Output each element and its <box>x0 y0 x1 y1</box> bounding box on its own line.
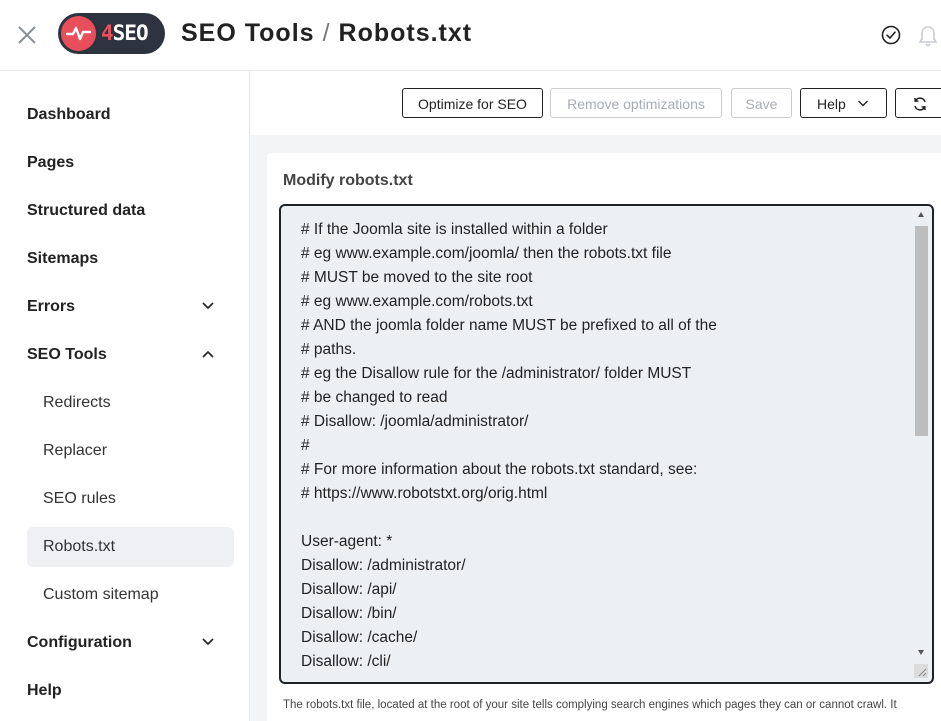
sidebar-item-sitemaps[interactable]: Sitemaps <box>27 239 234 279</box>
help-dropdown-button[interactable]: Help <box>800 88 887 118</box>
logo-text: 4SEO <box>101 21 149 45</box>
sidebar-item-label: Custom sitemap <box>43 586 159 603</box>
sidebar-item-label: Structured data <box>27 202 146 219</box>
remove-optimizations-button[interactable]: Remove optimizations <box>550 88 722 118</box>
breadcrumb: SEO Tools / Robots.txt <box>181 19 472 48</box>
resize-handle[interactable] <box>914 664 928 678</box>
sidebar-item-seo-rules[interactable]: SEO rules <box>27 479 234 519</box>
sidebar-item-label: SEO rules <box>43 490 116 507</box>
sidebar-item-robots-txt[interactable]: Robots.txt <box>27 527 234 567</box>
optimize-for-seo-button[interactable]: Optimize for SEO <box>402 88 543 118</box>
code-line: # eg www.example.com/robots.txt <box>301 293 533 310</box>
code-line: Disallow: /api/ <box>301 581 397 598</box>
sidebar-item-label: Errors <box>27 298 76 315</box>
sidebar: Dashboard Pages Structured data Sitemaps… <box>0 71 250 721</box>
sidebar-item-structured-data[interactable]: Structured data <box>27 191 234 231</box>
code-line: # paths. <box>301 341 357 358</box>
code-line: Disallow: /bin/ <box>301 605 397 622</box>
toolbar: Optimize for SEO Remove optimizations Sa… <box>250 71 941 135</box>
chevron-down-icon <box>858 100 868 107</box>
sidebar-item-label: Configuration <box>27 634 132 651</box>
sidebar-item-label: SEO Tools <box>27 346 107 363</box>
code-line: # If the Joomla site is installed within… <box>301 221 608 238</box>
help-text: The robots.txt file, located at the root… <box>283 699 897 711</box>
help-label: Help <box>817 96 846 112</box>
code-line: # be changed to read <box>301 389 448 406</box>
breadcrumb-separator: / <box>322 19 331 47</box>
robots-card: Modify robots.txt # If the Joomla site i… <box>267 153 941 721</box>
code-line: Disallow: /administrator/ <box>301 557 466 574</box>
resize-grip-icon <box>918 668 927 677</box>
bell-icon[interactable] <box>917 24 939 48</box>
code-line: User-agent: * <box>301 533 393 550</box>
chevron-up-icon <box>202 350 214 358</box>
code-line: Disallow: /cli/ <box>301 653 391 670</box>
code-line: # Disallow: /joomla/administrator/ <box>301 413 529 430</box>
page-title: Robots.txt <box>338 19 473 47</box>
sidebar-item-errors[interactable]: Errors <box>27 287 234 327</box>
code-line: # eg the Disallow rule for the /administ… <box>301 365 692 382</box>
app-logo: 4SEO <box>58 13 165 54</box>
sidebar-item-label: Replacer <box>43 442 108 459</box>
pulse-icon <box>61 16 96 51</box>
scroll-down-icon[interactable] <box>918 650 924 655</box>
refresh-icon <box>914 97 926 111</box>
sidebar-item-redirects[interactable]: Redirects <box>27 383 234 423</box>
sidebar-item-custom-sitemap[interactable]: Custom sitemap <box>27 575 234 615</box>
robots-txt-textarea[interactable]: # If the Joomla site is installed within… <box>279 204 934 684</box>
code-line: # MUST be moved to the site root <box>301 269 533 286</box>
sidebar-item-label: Help <box>27 682 62 699</box>
code-line: Disallow: /cache/ <box>301 629 418 646</box>
code-line: # For more information about the robots.… <box>301 461 698 478</box>
sidebar-item-label: Pages <box>27 154 75 171</box>
save-button[interactable]: Save <box>731 88 792 118</box>
sidebar-item-replacer[interactable]: Replacer <box>27 431 234 471</box>
sidebar-item-label: Robots.txt <box>43 538 116 555</box>
top-bar: 4SEO SEO Tools / Robots.txt <box>0 0 941 71</box>
check-circle-icon[interactable] <box>880 24 902 46</box>
chevron-down-icon <box>202 302 214 310</box>
textarea-content: # If the Joomla site is installed within… <box>301 218 916 674</box>
main-content: Optimize for SEO Remove optimizations Sa… <box>250 71 941 721</box>
chevron-down-icon <box>202 638 214 646</box>
scroll-up-icon[interactable] <box>918 212 924 217</box>
sidebar-item-pages[interactable]: Pages <box>27 143 234 183</box>
sidebar-item-label: Dashboard <box>27 106 111 123</box>
code-line: # eg www.example.com/joomla/ then the ro… <box>301 245 672 262</box>
scrollbar-thumb[interactable] <box>915 226 928 436</box>
code-line: # https://www.robotstxt.org/orig.html <box>301 485 548 502</box>
sidebar-item-configuration[interactable]: Configuration <box>27 623 234 663</box>
sidebar-item-seo-tools[interactable]: SEO Tools <box>27 335 234 375</box>
code-line: # <box>301 437 310 454</box>
sidebar-item-label: Redirects <box>43 394 111 411</box>
sidebar-item-label: Sitemaps <box>27 250 99 267</box>
card-title: Modify robots.txt <box>283 172 413 189</box>
code-line: # AND the joomla folder name MUST be pre… <box>301 317 717 334</box>
sidebar-item-help[interactable]: Help <box>27 671 234 711</box>
close-icon[interactable] <box>14 22 40 48</box>
refresh-button[interactable] <box>895 88 941 118</box>
breadcrumb-section[interactable]: SEO Tools <box>181 19 315 47</box>
sidebar-item-dashboard[interactable]: Dashboard <box>27 95 234 135</box>
